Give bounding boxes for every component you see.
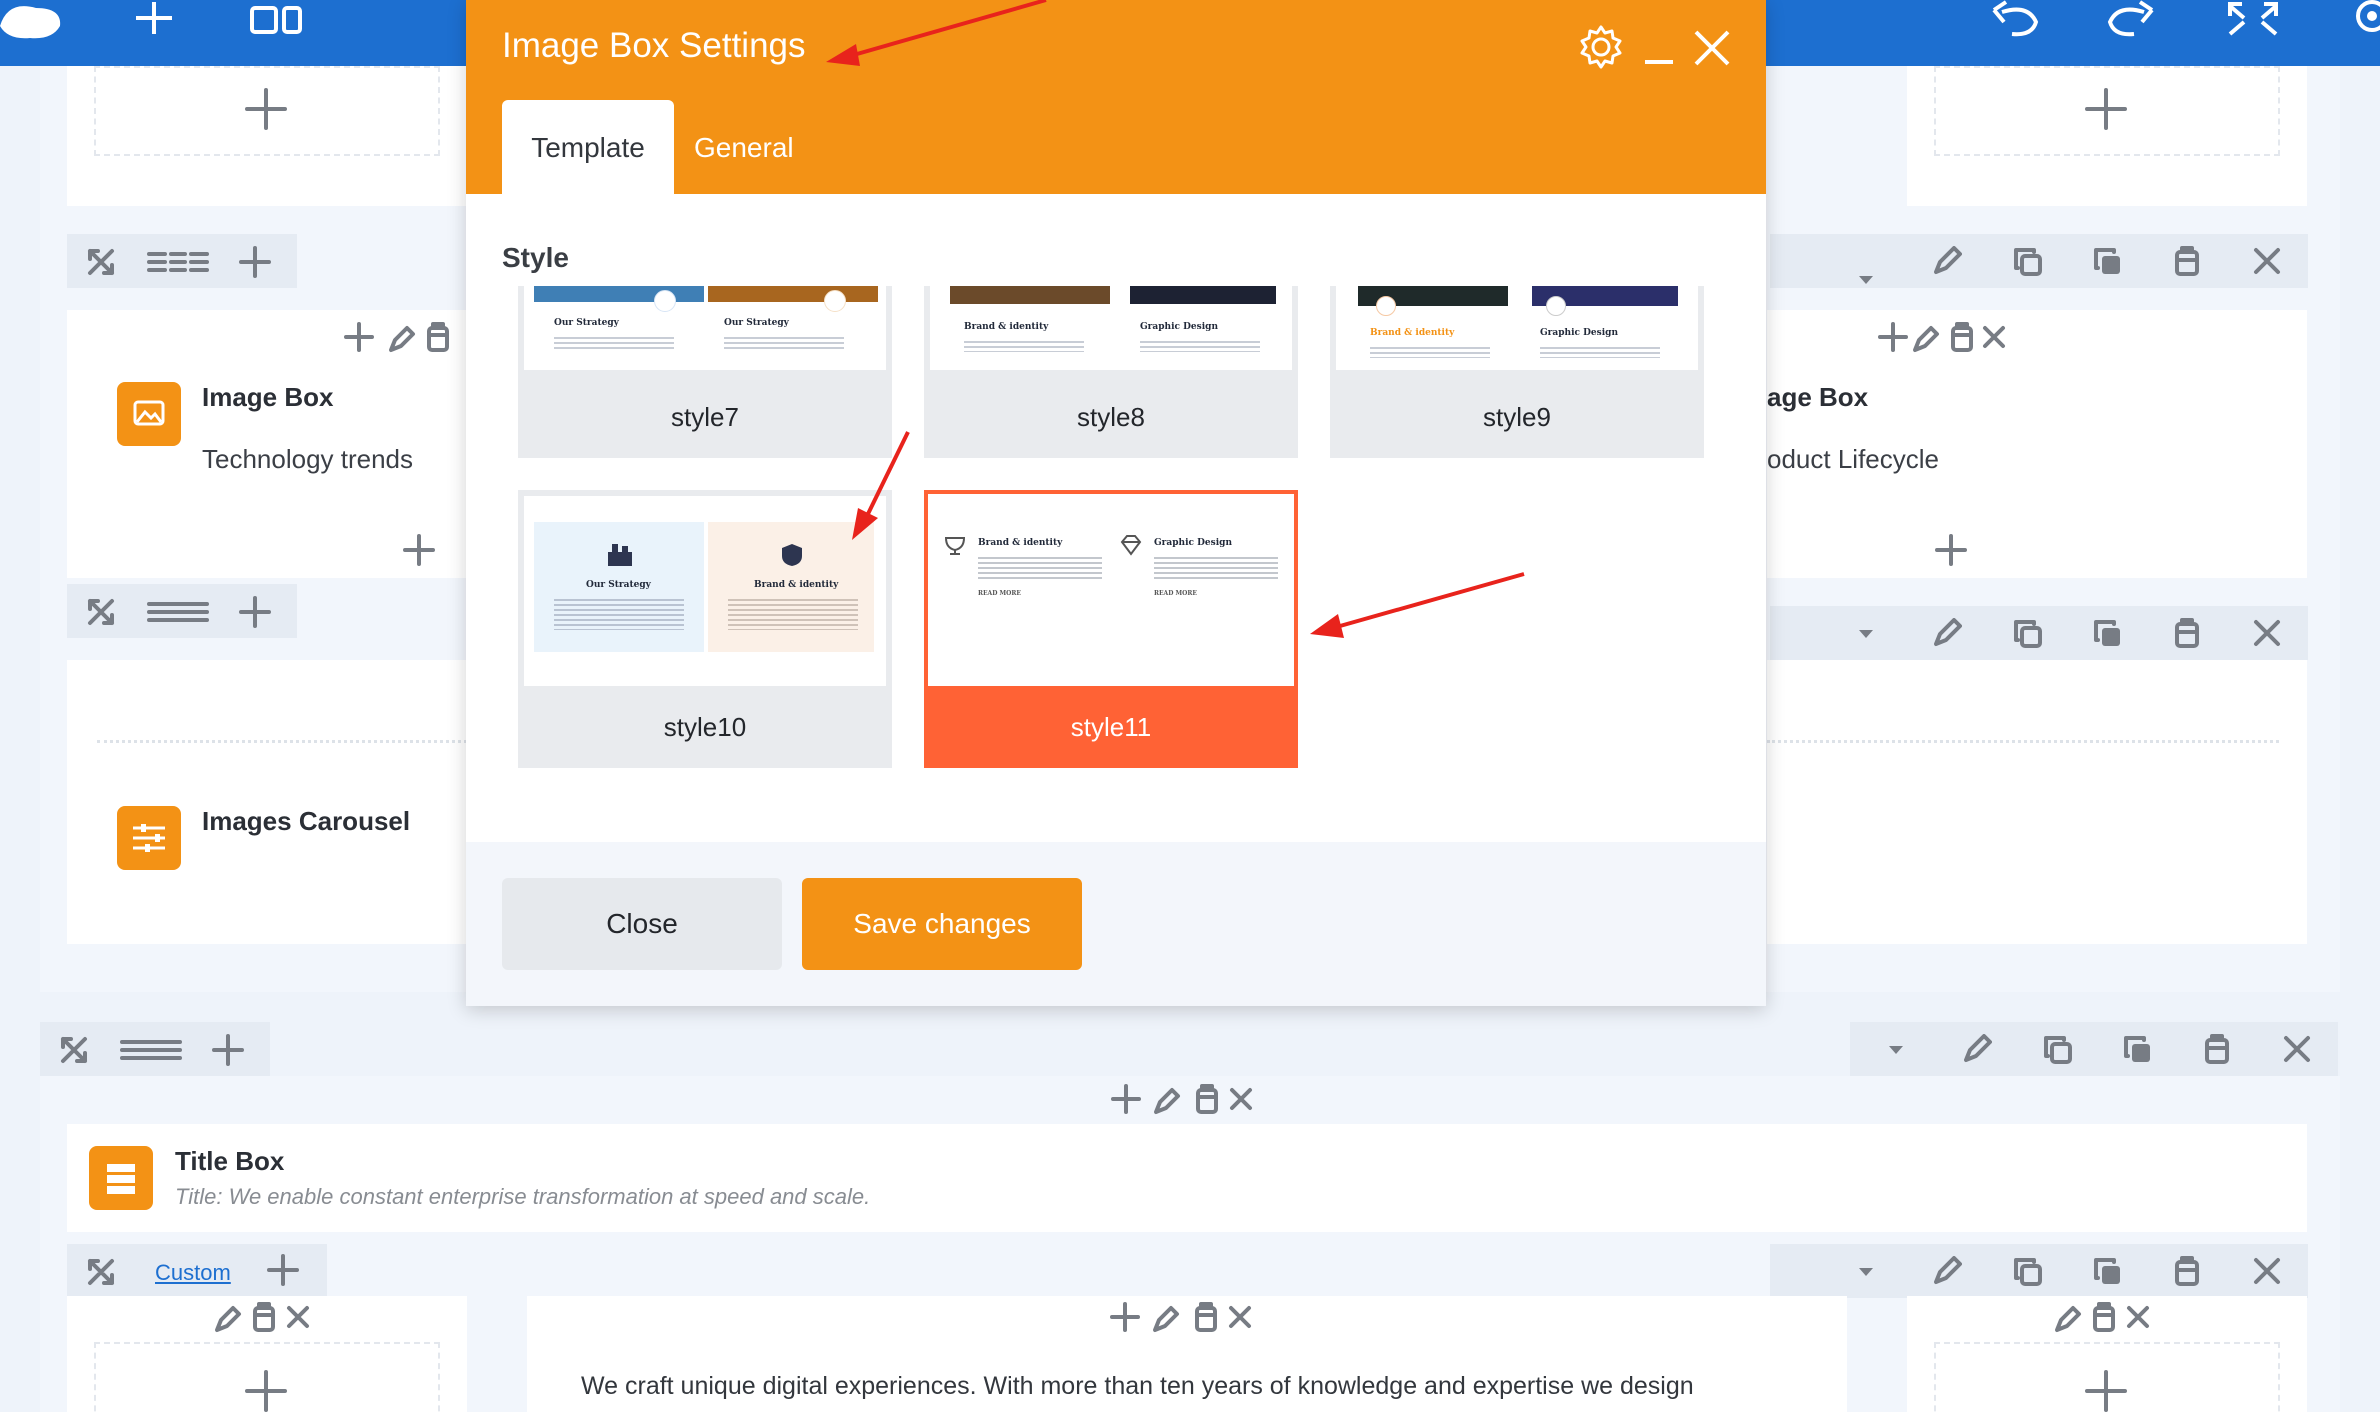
- annotation-arrows: [826, 0, 1525, 638]
